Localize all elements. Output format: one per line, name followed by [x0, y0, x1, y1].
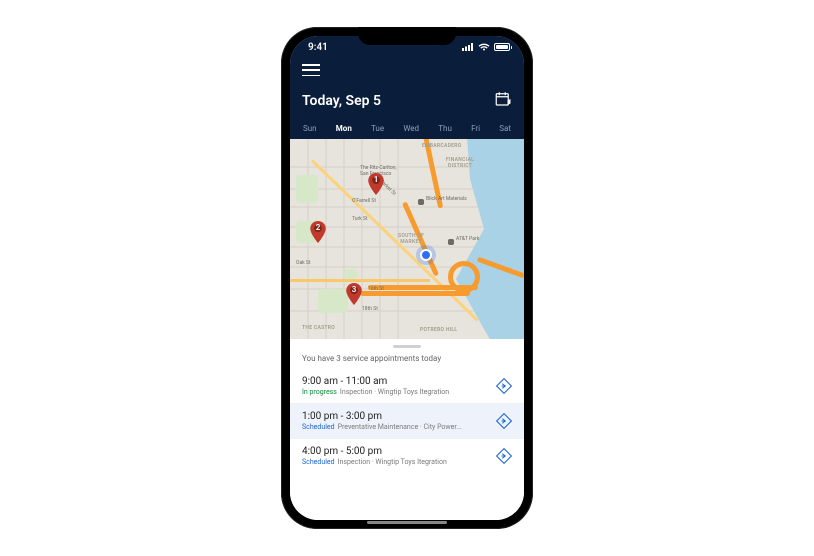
appointments-sheet: You have 3 service appointments today 9:… [290, 339, 524, 520]
day-tab-sun[interactable]: Sun [302, 122, 318, 135]
day-tab-sat[interactable]: Sat [498, 122, 512, 135]
phone-frame: 9:41 Today, Sep 5 [281, 27, 533, 529]
map-road [290, 279, 430, 282]
map-poi-label: Blick Art Materials [426, 197, 467, 203]
map-street-label: Oak St [296, 261, 311, 267]
map-poi-label: AT&T Park [456, 237, 479, 243]
screen: 9:41 Today, Sep 5 [290, 36, 524, 520]
day-tab-fri[interactable]: Fri [470, 122, 481, 135]
map-street-label: O'Farrell St [352, 199, 376, 205]
day-tab-tue[interactable]: Tue [370, 122, 385, 135]
sheet-drag-handle[interactable] [393, 345, 421, 348]
directions-icon[interactable] [496, 378, 512, 394]
map-neighborhood-label: EMBARCADERO [422, 143, 462, 149]
map-pin[interactable]: 3 [346, 283, 362, 305]
directions-icon[interactable] [496, 448, 512, 464]
map-street-label: Turk St [352, 217, 368, 223]
map-street-label: 18th St [362, 307, 378, 313]
map-highway-loop [448, 261, 480, 293]
device-notch [358, 27, 456, 45]
status-icons [462, 43, 510, 51]
appointment-status: Scheduled [302, 458, 335, 466]
app-bar: Today, Sep 5 Sun Mon Tue Wed Thu Fri Sat [290, 58, 524, 139]
page-title: Today, Sep 5 [302, 93, 381, 109]
map-street-label: 16th St [368, 287, 384, 293]
map-park [296, 175, 318, 203]
map-poi-icon [418, 199, 424, 205]
map-neighborhood-label: SOUTH OF MARKET [398, 233, 424, 245]
appointment-item[interactable]: 1:00 pm - 3:00 pmScheduledPreventative M… [290, 404, 524, 439]
signal-icon [462, 43, 474, 51]
appointments-list: 9:00 am - 11:00 amIn progressInspection … [290, 369, 524, 473]
appointment-status: Scheduled [302, 423, 335, 431]
appointment-subtitle: ScheduledPreventative Maintenance · City… [302, 423, 488, 431]
calendar-button[interactable] [494, 90, 512, 112]
wifi-icon [478, 43, 490, 51]
map-neighborhood-label: POTRERO HILL [420, 327, 457, 333]
day-tab-mon[interactable]: Mon [335, 122, 353, 135]
map-neighborhood-label: THE CASTRO [302, 325, 335, 331]
directions-icon[interactable] [496, 413, 512, 429]
appointment-subtitle: In progressInspection · Wingtip Toys Ite… [302, 388, 488, 396]
map-pin[interactable]: 2 [310, 221, 326, 243]
day-tab-thu[interactable]: Thu [437, 122, 453, 135]
map-view[interactable]: EMBARCADERO FINANCIAL DISTRICT SOUTH OF … [290, 139, 524, 339]
appointment-item[interactable]: 9:00 am - 11:00 amIn progressInspection … [290, 369, 524, 404]
day-tabs: Sun Mon Tue Wed Thu Fri Sat [302, 122, 512, 139]
appointment-time: 1:00 pm - 3:00 pm [302, 411, 488, 422]
appointment-time: 9:00 am - 11:00 am [302, 376, 488, 387]
map-neighborhood-label: FINANCIAL DISTRICT [446, 157, 474, 169]
battery-icon [494, 43, 510, 51]
appointment-item[interactable]: 4:00 pm - 5:00 pmScheduledInspection · W… [290, 439, 524, 473]
home-indicator[interactable] [367, 521, 447, 524]
appointment-time: 4:00 pm - 5:00 pm [302, 446, 488, 457]
map-park [344, 269, 358, 279]
sheet-summary: You have 3 service appointments today [290, 352, 524, 369]
appointment-status: In progress [302, 388, 337, 396]
map-park [318, 289, 348, 313]
map-pin[interactable]: 1 [368, 173, 384, 195]
stage: 9:41 Today, Sep 5 [0, 0, 814, 556]
current-location-marker [420, 249, 432, 261]
status-time: 9:41 [308, 42, 328, 53]
map-poi-icon [448, 239, 454, 245]
day-tab-wed[interactable]: Wed [402, 122, 420, 135]
appointment-subtitle: ScheduledInspection · Wingtip Toys Itegr… [302, 458, 488, 466]
menu-button[interactable] [302, 64, 320, 76]
